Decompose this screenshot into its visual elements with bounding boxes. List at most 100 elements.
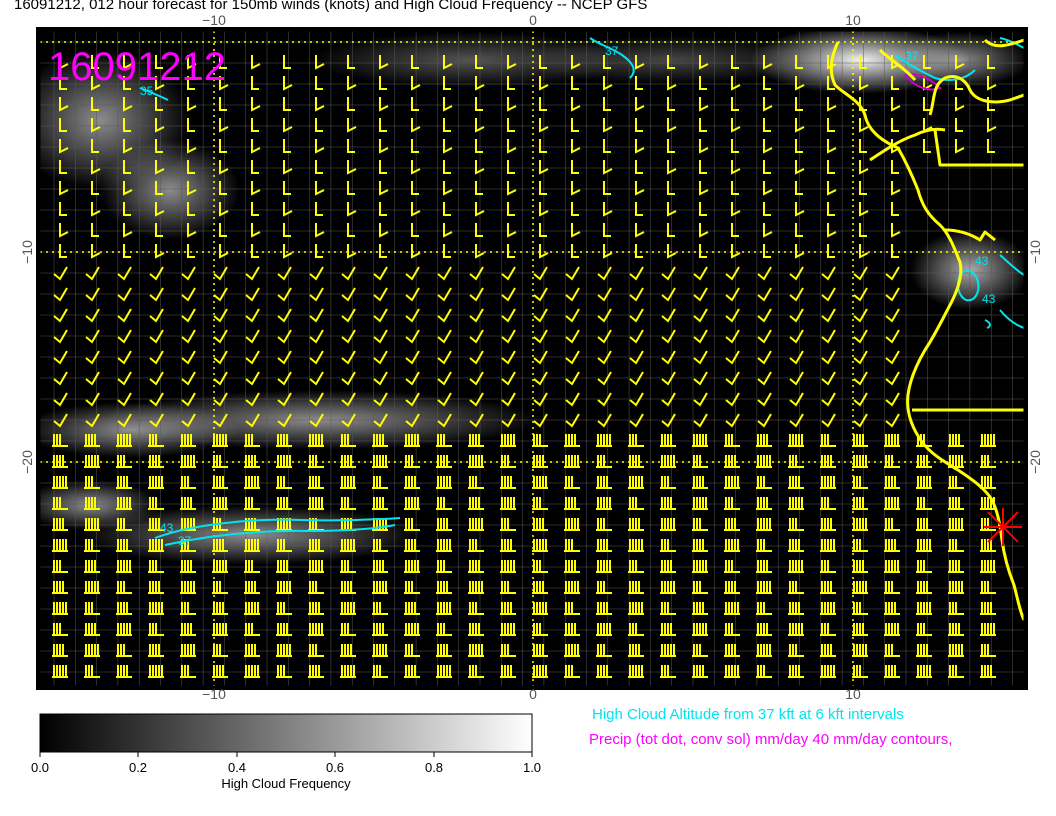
wind-barb bbox=[532, 665, 548, 678]
forecast-map: 37 37 35 43 37 43 43 −10 0 10 −10 0 10 −… bbox=[19, 12, 1043, 757]
frame-band-right bbox=[1024, 31, 1028, 686]
wind-barb bbox=[436, 665, 452, 678]
lon-tick-label: 0 bbox=[529, 686, 537, 702]
wind-barb bbox=[916, 476, 932, 489]
wind-barb bbox=[84, 455, 100, 468]
wind-barb bbox=[820, 665, 836, 678]
wind-barb bbox=[148, 602, 164, 615]
wind-barb bbox=[276, 455, 292, 468]
wind-barb bbox=[820, 476, 836, 489]
wind-barb bbox=[308, 497, 324, 510]
wind-barb bbox=[404, 560, 420, 573]
wind-barb bbox=[564, 644, 580, 657]
colorbar-tick-label: 1.0 bbox=[522, 760, 542, 775]
lon-tick-label: 10 bbox=[845, 686, 861, 702]
wind-barb bbox=[52, 602, 68, 615]
wind-barb bbox=[596, 434, 612, 447]
wind-barb bbox=[756, 581, 772, 594]
precip-legend: Precip (tot dot, conv sol) mm/day 40 mm/… bbox=[589, 731, 953, 748]
wind-barb bbox=[660, 518, 676, 531]
wind-barb bbox=[820, 602, 836, 615]
wind-barb bbox=[52, 665, 68, 678]
frame-band-left bbox=[36, 31, 40, 686]
wind-barb bbox=[532, 476, 548, 489]
wind-barb bbox=[84, 644, 100, 657]
wind-barb bbox=[916, 665, 932, 678]
wind-barb bbox=[148, 539, 164, 552]
wind-barb bbox=[756, 455, 772, 468]
lat-tick-label: −20 bbox=[1027, 450, 1043, 474]
wind-barb bbox=[948, 644, 964, 657]
wind-barb bbox=[500, 560, 516, 573]
wind-barb bbox=[724, 539, 740, 552]
wind-barb bbox=[244, 665, 260, 678]
wind-barb bbox=[948, 518, 964, 531]
wind-barb bbox=[788, 434, 804, 447]
cloud-altitude-legend: High Cloud Altitude from 37 kft at 6 kft… bbox=[592, 706, 904, 723]
wind-barb bbox=[884, 560, 900, 573]
wind-barb bbox=[628, 539, 644, 552]
colorbar-tick-label: 0.8 bbox=[424, 760, 444, 775]
wind-barb bbox=[724, 665, 740, 678]
wind-barb bbox=[852, 644, 868, 657]
wind-barb bbox=[340, 476, 356, 489]
wind-barb bbox=[980, 560, 996, 573]
wind-barb bbox=[116, 623, 132, 636]
date-stamp: 16091212 bbox=[48, 45, 226, 89]
contour-label: 43 bbox=[975, 254, 989, 268]
wind-barb bbox=[468, 644, 484, 657]
wind-barb bbox=[564, 518, 580, 531]
wind-barb bbox=[980, 434, 996, 447]
wind-barb bbox=[84, 581, 100, 594]
wind-barb bbox=[724, 476, 740, 489]
wind-barb bbox=[628, 602, 644, 615]
wind-barb bbox=[308, 623, 324, 636]
colorbar-ticks bbox=[39, 752, 533, 757]
wind-barb bbox=[340, 602, 356, 615]
wind-barb bbox=[212, 560, 228, 573]
wind-barb bbox=[436, 602, 452, 615]
wind-barb bbox=[884, 434, 900, 447]
wind-barb bbox=[756, 644, 772, 657]
lon-tick-label: −10 bbox=[202, 686, 226, 702]
wind-barb bbox=[532, 602, 548, 615]
lon-tick-label: −10 bbox=[202, 12, 226, 28]
wind-barb bbox=[244, 476, 260, 489]
wind-barb bbox=[276, 581, 292, 594]
wind-barb bbox=[148, 665, 164, 678]
wind-barb bbox=[436, 539, 452, 552]
wind-barb bbox=[628, 665, 644, 678]
wind-barb bbox=[116, 434, 132, 447]
wind-barb bbox=[948, 581, 964, 594]
colorbar-label: High Cloud Frequency bbox=[221, 776, 351, 791]
wind-barb bbox=[980, 623, 996, 636]
wind-barb bbox=[468, 455, 484, 468]
wind-barb bbox=[212, 623, 228, 636]
wind-barb bbox=[724, 602, 740, 615]
wind-barb bbox=[596, 560, 612, 573]
wind-barb bbox=[244, 602, 260, 615]
wind-barb bbox=[692, 434, 708, 447]
wind-barb bbox=[372, 455, 388, 468]
wind-barb bbox=[404, 623, 420, 636]
wind-barb bbox=[788, 497, 804, 510]
location-marker bbox=[984, 508, 1022, 546]
wind-barb bbox=[180, 455, 196, 468]
wind-barb bbox=[308, 560, 324, 573]
colorbar-tick-label: 0.2 bbox=[128, 760, 148, 775]
colorbar-tick-label: 0.4 bbox=[227, 760, 247, 775]
lon-tick-label: 0 bbox=[529, 12, 537, 28]
wind-barb bbox=[276, 644, 292, 657]
lat-tick-label: −20 bbox=[19, 450, 35, 474]
wind-barb bbox=[916, 539, 932, 552]
contour-label: 37 bbox=[178, 534, 192, 548]
wind-barb bbox=[180, 581, 196, 594]
wind-barb bbox=[660, 644, 676, 657]
wind-barb bbox=[852, 455, 868, 468]
wind-barb bbox=[916, 602, 932, 615]
wind-barb bbox=[500, 623, 516, 636]
wind-barb bbox=[244, 539, 260, 552]
wind-barb bbox=[692, 497, 708, 510]
contour-label: 43 bbox=[982, 292, 996, 306]
wind-barb bbox=[372, 581, 388, 594]
